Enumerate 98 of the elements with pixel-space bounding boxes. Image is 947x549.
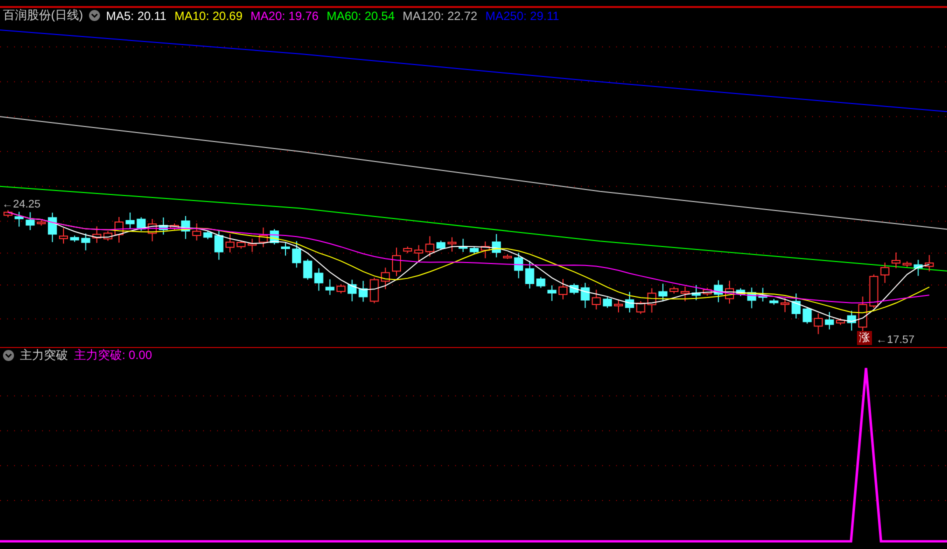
candlestick (736, 288, 746, 297)
candlestick (170, 222, 179, 231)
candlestick (458, 238, 468, 252)
candlestick (558, 278, 568, 300)
moving-average-legend: MA60: 20.54 (326, 8, 395, 23)
candlestick (780, 297, 790, 313)
candlestick (448, 236, 456, 252)
candlestick (380, 267, 390, 290)
candlestick (924, 254, 934, 272)
moving-average-legend: MA250: 29.11 (485, 8, 560, 23)
candlestick (48, 212, 57, 243)
candlestick (647, 288, 656, 314)
indicator-title: 主力突破 (20, 346, 68, 364)
candlestick (847, 310, 856, 332)
candlestick (480, 241, 490, 259)
candlestick (136, 216, 146, 232)
candlestick (114, 216, 124, 244)
candlestick (226, 234, 234, 253)
candlestick (625, 291, 634, 313)
candlestick (292, 240, 302, 268)
moving-average-legend: MA20: 19.76 (250, 8, 319, 23)
candlestick (592, 289, 601, 310)
candlestick (769, 298, 778, 306)
candlestick (336, 284, 346, 294)
candlestick (14, 211, 24, 228)
candlestick (270, 228, 279, 246)
candlestick (880, 262, 890, 284)
dropdown-icon[interactable] (89, 10, 100, 22)
candlestick (370, 277, 379, 304)
candlestick (658, 283, 668, 302)
moving-average-legend: MA5: 20.11 (106, 8, 166, 23)
candlestick (26, 212, 35, 231)
candlestick (258, 227, 268, 248)
candlestick (81, 232, 90, 251)
candlestick (4, 210, 12, 218)
candlestick (725, 280, 734, 304)
rise-badge: 涨 (857, 331, 872, 345)
candlestick (392, 247, 401, 277)
indicator-legend: 主力突破: 0.00 (74, 346, 152, 364)
candlestick (802, 306, 812, 324)
candlestick (547, 284, 556, 302)
candlestick (836, 318, 845, 326)
candlestick (214, 230, 224, 260)
candlestick (580, 282, 590, 308)
candlestick (436, 240, 446, 251)
candlestick (814, 312, 823, 335)
candlestick (680, 286, 690, 302)
candlestick (614, 298, 623, 313)
candlestick (670, 286, 678, 294)
moving-average-legend: MA120: 22.72 (402, 8, 478, 23)
candlestick (248, 238, 257, 252)
candlestick (92, 226, 102, 244)
candlestick (525, 260, 534, 289)
candlestick (492, 234, 501, 258)
candlestick (792, 292, 801, 319)
candlestick (70, 235, 80, 242)
low-price-label: ←17.57 (876, 334, 914, 346)
candlestick (236, 240, 246, 250)
candlestick (892, 252, 900, 269)
moving-average-legend: MA10: 20.69 (174, 8, 243, 23)
candlestick (902, 260, 912, 268)
candlestick (914, 259, 923, 276)
candlestick (59, 228, 68, 244)
candlestick (824, 311, 834, 330)
high-price-label: ←24.25 (2, 198, 40, 210)
candlestick (348, 279, 357, 302)
candlestick (747, 287, 756, 309)
candlestick (536, 276, 546, 288)
candlestick (281, 242, 290, 256)
candlestick (303, 258, 312, 280)
candlestick (314, 268, 324, 292)
candlestick (858, 296, 868, 333)
candlestick (358, 280, 368, 302)
candlestick (414, 244, 424, 262)
candlestick (636, 300, 646, 314)
candlestick (869, 274, 878, 308)
candlestick (158, 216, 168, 236)
candlestick (192, 222, 202, 241)
candlestick (36, 220, 46, 226)
candlestick (403, 246, 412, 254)
candlestick (570, 282, 579, 295)
chart-title: 百润股份(日线) (3, 7, 83, 24)
candlestick (181, 216, 190, 240)
dropdown-icon[interactable] (3, 350, 14, 361)
candlestick (203, 230, 212, 240)
candlestick (602, 296, 612, 308)
candlestick (103, 230, 112, 242)
candlestick (514, 252, 524, 279)
candlestick (470, 246, 479, 254)
candlestick (758, 287, 768, 302)
candlestick (126, 212, 135, 230)
candlestick (425, 236, 434, 258)
candlestick (148, 218, 157, 242)
candlestick (325, 278, 334, 296)
candlestick (702, 287, 712, 296)
candlestick (503, 254, 512, 260)
candlestick (692, 284, 701, 301)
candlestick (714, 280, 723, 303)
